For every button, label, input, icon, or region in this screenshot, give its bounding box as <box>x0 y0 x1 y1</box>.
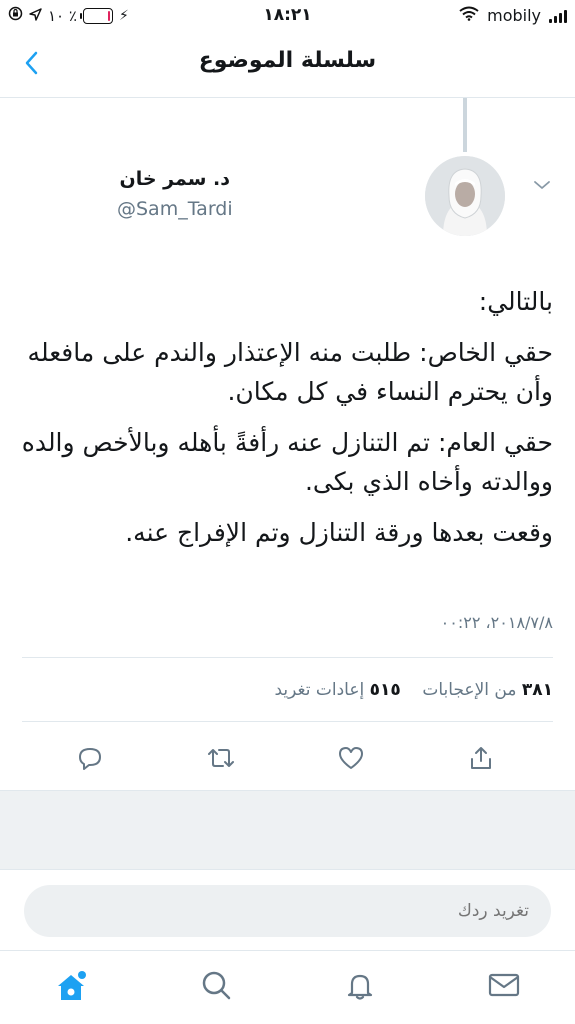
author-name[interactable]: د. سمر خان <box>120 168 230 190</box>
retweet-button[interactable] <box>201 740 241 780</box>
retweets-count: ٥١٥ <box>369 680 401 700</box>
tweet-line: حقي الخاص: طلبت منه الإعتذار والندم على … <box>27 338 553 406</box>
tweet-menu-button[interactable] <box>533 176 553 190</box>
bottom-tab-bar <box>0 950 575 1024</box>
thread-spacer <box>0 790 575 870</box>
likes-count: ٣٨١ <box>521 680 553 700</box>
tweet-text: بالتالي: حقي الخاص: طلبت منه الإعتذار وا… <box>17 282 553 552</box>
likes-label: من الإعجابات <box>422 680 517 700</box>
thread-connector-line <box>463 98 467 152</box>
divider <box>22 721 553 722</box>
page-title: سلسلة الموضوع <box>198 48 377 73</box>
tab-notifications[interactable] <box>340 967 380 1007</box>
status-right: mobily <box>459 6 567 25</box>
reply-icon <box>76 744 104 776</box>
messages-icon <box>487 971 521 1003</box>
status-bar: ⚡ ٪ ١٠ ١٨:٢١ mobily <box>0 0 575 34</box>
reply-button[interactable] <box>70 740 110 780</box>
search-icon <box>200 969 232 1005</box>
notifications-icon <box>344 969 376 1005</box>
tab-search[interactable] <box>196 967 236 1007</box>
retweet-icon <box>205 744 237 776</box>
tweet-timestamp: ٢٠١٨/٧/٨، ٠٠:٢٢ <box>440 613 553 632</box>
tweet-line: وقعت بعدها ورقة التنازل وتم الإفراج عنه. <box>125 518 553 547</box>
notification-dot <box>78 971 86 979</box>
tweet-line: حقي العام: تم التنازل عنه رأفةً بأهله وب… <box>21 428 553 496</box>
tweet-stats: ٣٨١ من الإعجابات ٥١٥ إعادات تغريد <box>274 680 553 700</box>
reply-input[interactable] <box>24 885 551 937</box>
heart-icon <box>337 745 365 775</box>
tweet-line: بالتالي: <box>478 287 553 316</box>
divider <box>22 657 553 658</box>
share-icon <box>467 744 495 776</box>
author-handle[interactable]: @Sam_Tardi <box>117 198 233 220</box>
chevron-down-icon <box>533 176 551 195</box>
carrier-name: mobily <box>487 6 541 25</box>
share-button[interactable] <box>461 740 501 780</box>
tab-messages[interactable] <box>484 967 524 1007</box>
retweets-stat[interactable]: ٥١٥ إعادات تغريد <box>274 680 400 700</box>
home-icon <box>54 970 88 1004</box>
nav-bar: سلسلة الموضوع <box>0 34 575 98</box>
tweet-actions <box>0 740 575 780</box>
signal-icon <box>549 9 567 23</box>
wifi-icon <box>459 6 479 25</box>
like-button[interactable] <box>331 740 371 780</box>
likes-stat[interactable]: ٣٨١ من الإعجابات <box>422 680 553 700</box>
avatar[interactable] <box>425 156 505 236</box>
retweets-label: إعادات تغريد <box>274 680 365 700</box>
tab-home[interactable] <box>51 967 91 1007</box>
